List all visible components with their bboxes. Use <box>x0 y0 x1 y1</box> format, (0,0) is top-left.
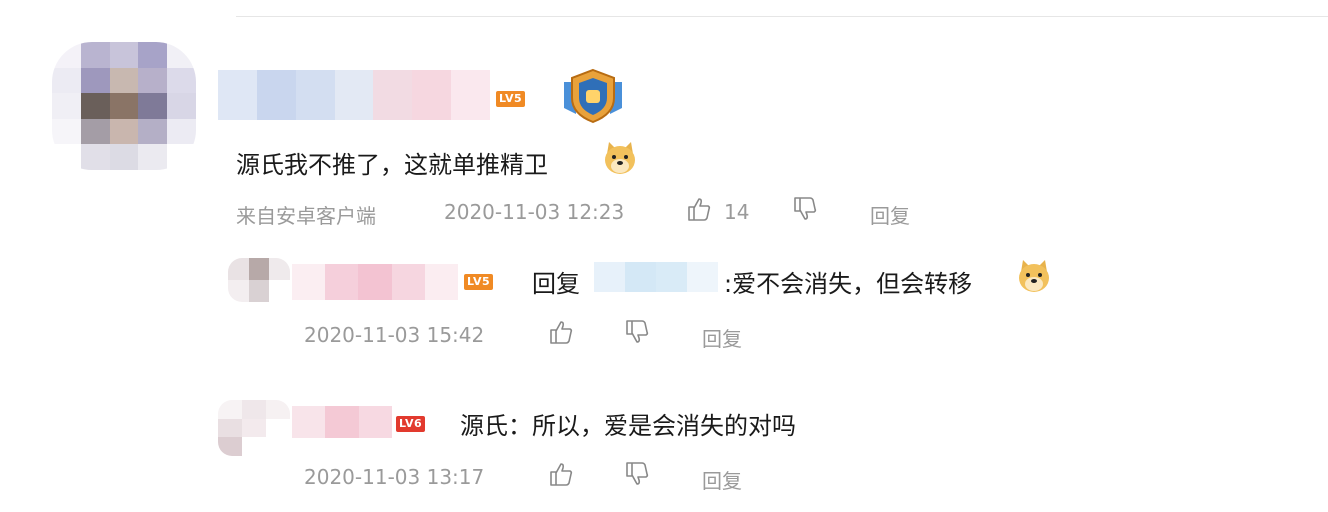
level-badge: LV5 <box>496 91 526 107</box>
comment-timestamp: 2020-11-03 12:23 <box>444 200 625 224</box>
shield-medal-icon[interactable] <box>560 68 626 124</box>
reply-button[interactable]: 回复 <box>870 200 910 229</box>
level-badge: LV5 <box>464 274 494 290</box>
reply-button[interactable]: 回复 <box>702 323 742 352</box>
thumbs-up-icon[interactable] <box>686 196 712 222</box>
reply-text: 源氏：所以，爱是会消失的对吗 <box>460 412 796 440</box>
thumbs-down-icon[interactable] <box>624 461 650 487</box>
reply-button[interactable]: 回复 <box>702 465 742 494</box>
doge-emoji-icon <box>1019 260 1049 292</box>
reply-avatar[interactable] <box>228 258 290 302</box>
username[interactable] <box>218 70 490 120</box>
mentioned-username[interactable] <box>594 262 718 292</box>
reply-username[interactable] <box>292 264 458 300</box>
reply-avatar[interactable] <box>218 400 290 456</box>
top-divider <box>236 16 1328 17</box>
thumbs-down-icon[interactable] <box>624 319 650 345</box>
reply-timestamp: 2020-11-03 13:17 <box>304 465 485 489</box>
reply-timestamp: 2020-11-03 15:42 <box>304 323 485 347</box>
doge-emoji-icon <box>605 142 635 174</box>
reply-username[interactable] <box>292 406 392 438</box>
thumbs-up-icon[interactable] <box>548 461 574 487</box>
thumbs-up-icon[interactable] <box>548 319 574 345</box>
level-badge: LV6 <box>396 416 426 432</box>
reply-prefix: 回复 <box>532 270 580 298</box>
comment-source: 来自安卓客户端 <box>236 204 376 228</box>
reply-text: :爱不会消失，但会转移 <box>724 270 973 298</box>
like-count: 14 <box>724 200 750 224</box>
comment-text: 源氏我不推了，这就单推精卫 <box>236 151 548 179</box>
thumbs-down-icon[interactable] <box>792 196 818 222</box>
avatar[interactable] <box>52 42 196 170</box>
